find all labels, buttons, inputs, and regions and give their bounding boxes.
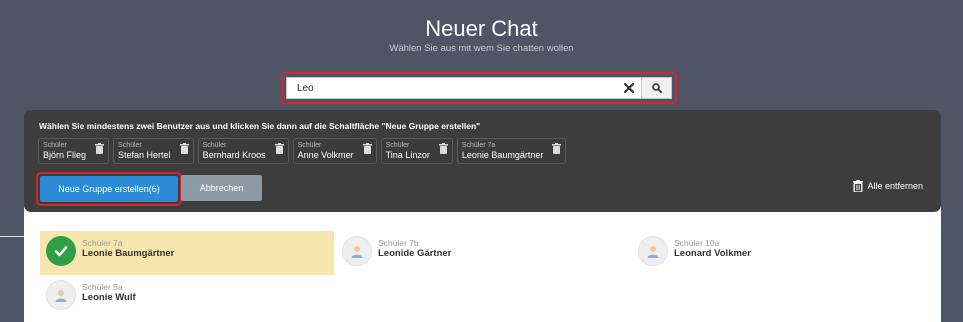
search-button[interactable] — [641, 78, 671, 98]
trash-icon[interactable] — [179, 143, 189, 154]
user-icon — [55, 290, 67, 302]
page-subtitle: Wählen Sie aus mit wem Sie chatten wolle… — [389, 43, 574, 54]
instruction-text: Wählen Sie mindestens zwei Benutzer aus … — [39, 121, 481, 131]
close-icon — [624, 83, 634, 93]
chip-name: Tina Linzor — [385, 150, 430, 160]
search-icon — [651, 83, 662, 93]
result-item[interactable]: Schüler 10a Leonard Volkmer — [632, 231, 926, 275]
result-name: Leonie Baumgärtner — [82, 248, 175, 259]
selected-user-chip: Schüler Anne Volkmer — [292, 138, 377, 164]
selected-users: Schüler Björn Flieg Schüler Stefan Herte… — [38, 138, 567, 164]
search-input[interactable] — [287, 78, 611, 98]
user-icon — [351, 246, 363, 258]
checkmark-icon — [54, 246, 68, 257]
result-class: Schüler 5a — [82, 282, 123, 292]
chip-class: Schüler 7a — [461, 142, 496, 149]
trash-icon[interactable] — [274, 143, 284, 154]
selected-check-avatar — [46, 236, 76, 266]
result-class: Schüler 10a — [674, 238, 720, 248]
selected-user-chip: Schüler Tina Linzor — [380, 138, 453, 164]
cancel-button[interactable]: Abbrechen — [181, 175, 262, 201]
remove-all-button[interactable]: Alle entfernen — [853, 180, 923, 192]
selected-user-chip: Schüler Bernhard Kroos — [197, 138, 289, 164]
create-group-highlight: Neue Gruppe erstellen(6) — [36, 172, 182, 206]
result-name: Leonard Volkmer — [674, 248, 751, 259]
chip-name: Björn Flieg — [43, 150, 87, 160]
result-name: Leonide Gärtner — [378, 248, 452, 259]
chip-class: Schüler — [297, 142, 322, 149]
trash-icon[interactable] — [438, 143, 448, 154]
chip-name: Bernhard Kroos — [202, 150, 266, 160]
results-area: Schüler 7a Leonie Baumgärtner Schüler 7b… — [24, 205, 941, 322]
avatar — [342, 236, 372, 266]
result-item[interactable]: Schüler 7b Leonide Gärtner — [336, 231, 630, 275]
avatar — [638, 236, 668, 266]
result-class: Schüler 7b — [378, 238, 419, 248]
chip-class: Schüler — [43, 142, 67, 149]
search-highlight — [281, 72, 677, 104]
trash-icon[interactable] — [95, 143, 105, 154]
chip-name: Stefan Hertel — [118, 150, 171, 160]
trash-icon[interactable] — [362, 143, 372, 154]
clear-search-button[interactable] — [617, 78, 641, 98]
remove-all-label: Alle entfernen — [867, 181, 923, 191]
divider — [0, 236, 24, 237]
result-name: Leonie Wulf — [82, 292, 136, 303]
search-bar — [286, 77, 672, 99]
result-item[interactable]: Schüler 5a Leonie Wulf — [40, 275, 334, 319]
selected-user-chip: Schüler 7a Leonie Baumgärtner — [456, 138, 567, 164]
avatar — [46, 280, 76, 310]
selected-user-chip: Schüler Stefan Hertel — [113, 138, 194, 164]
trash-icon — [853, 180, 864, 192]
create-group-button[interactable]: Neue Gruppe erstellen(6) — [40, 176, 178, 202]
chip-name: Anne Volkmer — [297, 150, 354, 160]
selected-user-chip: Schüler Björn Flieg — [38, 138, 110, 164]
selection-panel: Wählen Sie mindestens zwei Benutzer aus … — [24, 110, 941, 212]
trash-icon[interactable] — [552, 143, 562, 154]
chip-class: Schüler — [385, 142, 410, 149]
chip-name: Leonie Baumgärtner — [461, 150, 544, 160]
result-item[interactable]: Schüler 7a Leonie Baumgärtner — [40, 231, 334, 275]
result-class: Schüler 7a — [82, 238, 123, 248]
chip-class: Schüler — [202, 142, 227, 149]
chip-class: Schüler — [118, 142, 142, 149]
page-title: Neuer Chat — [425, 16, 538, 41]
user-icon — [647, 246, 659, 258]
